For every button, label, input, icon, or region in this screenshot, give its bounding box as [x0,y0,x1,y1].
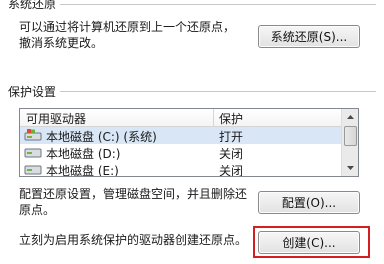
configure-desc-line2: 原点。 [19,203,56,217]
create-button-highlight [253,226,370,258]
drive-icon [24,148,42,158]
drive-list-header: 可用驱动器 保护 [20,109,341,127]
drive-protection-status: 关闭 [219,164,244,177]
configure-description: 配置还原设置，管理磁盘空间，并且删除还 原点。 [19,186,259,218]
drive-name: 本地磁盘 (C:) (系统) [46,130,157,144]
column-divider[interactable] [213,109,214,126]
system-restore-description: 可以通过将计算机还原到上一个还原点， 撤消系统更改。 [19,19,249,51]
create-description: 立刻为启用系统保护的驱动器创建还原点。 [19,233,248,247]
scroll-up-arrow-icon[interactable] [342,109,358,125]
drive-name: 本地磁盘 (E:) [46,164,119,177]
system-drive-icon [24,129,42,141]
drive-row-d[interactable]: 本地磁盘 (D:) 关闭 [20,144,341,161]
scroll-down-arrow-icon[interactable] [342,160,358,176]
drive-row-e[interactable]: 本地磁盘 (E:) 关闭 [20,161,341,177]
system-restore-divider [8,4,376,5]
drive-list-scrollbar[interactable] [341,109,358,176]
system-restore-desc-line2: 撤消系统更改。 [19,36,104,50]
drive-protection-status: 打开 [219,130,244,144]
configure-button[interactable]: 配置(O)... [258,191,360,214]
drive-name: 本地磁盘 (D:) [46,147,121,161]
system-restore-desc-line1: 可以通过将计算机还原到上一个还原点， [19,20,236,34]
drive-row-c[interactable]: 本地磁盘 (C:) (系统) 打开 [20,127,341,144]
system-restore-button[interactable]: 系统还原(S)... [258,25,360,48]
protection-settings-section-label: 保护设置 [8,83,61,100]
column-header-protection[interactable]: 保护 [219,110,243,127]
protection-settings-divider [8,91,376,92]
drive-list[interactable]: 可用驱动器 保护 本地磁盘 (C:) (系统) 打开 本地磁盘 (D:) 关闭 … [19,108,359,177]
column-header-drive[interactable]: 可用驱动器 [26,110,86,127]
system-restore-section-label: 系统还原 [8,0,61,12]
drive-icon [24,165,42,175]
drive-protection-status: 关闭 [219,147,244,161]
scrollbar-thumb[interactable] [344,126,357,146]
configure-desc-line1: 配置还原设置，管理磁盘空间，并且删除还 [19,187,248,201]
